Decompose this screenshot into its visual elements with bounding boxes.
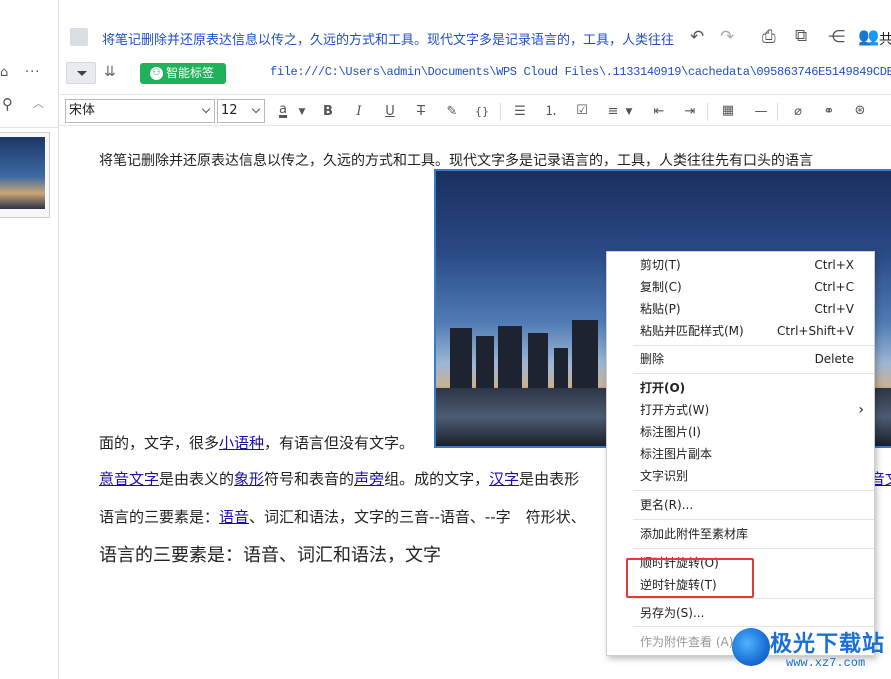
menu-item-open-with[interactable]: 打开方式(W) › bbox=[607, 399, 874, 421]
attachment-icon[interactable]: ⌀ bbox=[789, 104, 807, 120]
link-phonetics[interactable]: 语音 bbox=[219, 508, 249, 526]
tag-icon: ⚇ bbox=[150, 67, 163, 80]
toolbar-divider bbox=[500, 103, 501, 121]
paragraph-1: 将笔记删除并还原表达信息以传之，久远的方式和工具。现代文字多是记录语言的，工具，… bbox=[99, 153, 813, 169]
smart-tag-button[interactable]: ⚇ 智能标签 bbox=[140, 63, 226, 84]
link-ideographic[interactable]: 意音文字 bbox=[99, 470, 159, 488]
menu-item-open[interactable]: 打开(O) bbox=[607, 377, 874, 399]
menu-item-annotate-image[interactable]: 标注图片(I) bbox=[607, 421, 874, 443]
paragraph-5: 语言的三要素是：语音、词汇和语法，文字 bbox=[99, 545, 441, 566]
watermark-text: 极光下载站 bbox=[770, 632, 886, 657]
link-hanzi[interactable]: 汉字 bbox=[489, 470, 519, 488]
menu-separator bbox=[633, 548, 874, 549]
highlight-box bbox=[626, 558, 754, 598]
note-icon bbox=[70, 28, 88, 46]
left-panel-divider bbox=[0, 127, 59, 128]
chevron-down-icon[interactable]: ▼ bbox=[620, 104, 638, 120]
highlighter-icon[interactable]: ✎ bbox=[443, 104, 461, 120]
menu-item-copy[interactable]: 复制(C) Ctrl+C bbox=[607, 276, 874, 298]
menu-item-add-to-library[interactable]: 添加此附件至素材库 bbox=[607, 523, 874, 545]
thumbnail-image bbox=[0, 137, 45, 209]
file-path[interactable]: file:///C:\Users\admin\Documents\WPS Clo… bbox=[270, 65, 891, 79]
code-button[interactable]: {} bbox=[473, 104, 491, 120]
link-phonetic[interactable]: 声旁 bbox=[354, 470, 384, 488]
watermark: 极光下载站 www.xz7.com bbox=[730, 622, 890, 676]
more-icon[interactable]: ··· bbox=[25, 66, 40, 80]
building-shape bbox=[572, 320, 598, 388]
watermark-url: www.xz7.com bbox=[786, 656, 866, 670]
expand-icon[interactable]: ⇊ bbox=[104, 64, 116, 80]
building-shape bbox=[528, 333, 548, 388]
menu-item-paste-match-style[interactable]: 粘贴并匹配样式(M) Ctrl+Shift+V bbox=[607, 320, 874, 342]
bullet-list-icon[interactable]: ☰ bbox=[511, 104, 529, 120]
share-icon[interactable]: ⋲ bbox=[828, 28, 845, 46]
menu-item-save-as[interactable]: 另存为(S)... bbox=[607, 602, 874, 624]
menu-item-delete[interactable]: 删除 Delete bbox=[607, 348, 874, 370]
horizontal-rule-icon[interactable]: — bbox=[752, 104, 770, 120]
building-shape bbox=[554, 348, 568, 388]
menu-separator bbox=[633, 490, 874, 491]
link-icon[interactable]: ⚭ bbox=[820, 104, 838, 120]
link-minority-language[interactable]: 小语种 bbox=[219, 434, 264, 452]
menu-separator bbox=[633, 345, 874, 346]
note-thumbnail[interactable] bbox=[0, 132, 50, 218]
menu-separator bbox=[633, 598, 874, 599]
underline-button[interactable]: U bbox=[381, 104, 399, 120]
lock-icon[interactable]: ⌂ bbox=[0, 66, 8, 80]
menu-item-annotate-copy[interactable]: 标注图片副本 bbox=[607, 443, 874, 465]
paragraph-3: 意音文字是由表义的象形符号和表音的声旁组。成的文字，汉字是由表形 bbox=[99, 470, 580, 488]
present-icon[interactable]: ⧉ bbox=[795, 27, 807, 45]
font-family-value: 宋体 bbox=[69, 103, 96, 118]
numbered-list-icon[interactable]: ⒈ bbox=[542, 104, 560, 120]
share-label[interactable]: 共 bbox=[879, 29, 891, 49]
paragraph-4: 语言的三要素是：语音、词汇和语法，文字的三音--语音、--字 符形状、 bbox=[99, 508, 586, 526]
toolbar-divider bbox=[707, 103, 708, 121]
building-shape bbox=[476, 336, 494, 388]
strikethrough-button[interactable]: T bbox=[412, 104, 430, 120]
font-size-select[interactable]: 12 bbox=[217, 99, 265, 123]
menu-separator bbox=[633, 373, 874, 374]
paragraph-2: 面的，文字，很多小语种，有语言但没有文字。 bbox=[99, 434, 415, 452]
menu-separator bbox=[633, 519, 874, 520]
undo-icon[interactable]: ↶ bbox=[690, 28, 704, 46]
menu-item-paste[interactable]: 粘贴(P) Ctrl+V bbox=[607, 298, 874, 320]
building-shape bbox=[450, 328, 472, 388]
link-pictograph[interactable]: 象形 bbox=[234, 470, 264, 488]
smart-tag-label: 智能标签 bbox=[166, 66, 215, 80]
outdent-icon[interactable]: ⇤ bbox=[650, 104, 668, 120]
italic-button[interactable]: I bbox=[350, 104, 368, 120]
menu-item-ocr[interactable]: 文字识别 bbox=[607, 465, 874, 487]
note-title[interactable]: 将笔记删除并还原表达信息以传之，久远的方式和工具。现代文字多是记录语言的，工具，… bbox=[102, 29, 674, 48]
wps-note-window: { "header": { "title": "将笔记删除并还原表达信息以传之，… bbox=[0, 0, 891, 679]
building-shape bbox=[498, 326, 522, 388]
checklist-icon[interactable]: ☑ bbox=[573, 103, 591, 119]
menu-item-cut[interactable]: 剪切(T) Ctrl+X bbox=[607, 254, 874, 276]
font-size-value: 12 bbox=[221, 103, 238, 118]
chevron-right-icon: › bbox=[858, 402, 864, 418]
chevron-up-icon[interactable]: ︿ bbox=[33, 97, 44, 111]
font-color-button[interactable]: a bbox=[274, 102, 292, 118]
view-dropdown[interactable] bbox=[66, 62, 96, 84]
watermark-logo-icon bbox=[732, 628, 770, 666]
emoji-icon[interactable]: ⊛ bbox=[851, 103, 869, 119]
table-icon[interactable]: ▦ bbox=[719, 103, 737, 119]
print-icon[interactable]: ⎙ bbox=[762, 28, 776, 46]
menu-item-rename[interactable]: 更名(R)... bbox=[607, 494, 874, 516]
toolbar-divider bbox=[777, 103, 778, 121]
search-icon[interactable]: ⚲ bbox=[2, 97, 13, 112]
indent-icon[interactable]: ⇥ bbox=[681, 104, 699, 120]
redo-icon[interactable]: ↷ bbox=[720, 28, 734, 46]
chevron-down-icon[interactable]: ▼ bbox=[293, 104, 311, 120]
font-family-select[interactable]: 宋体 bbox=[65, 99, 215, 123]
collaborators-icon[interactable]: 👥 bbox=[858, 28, 879, 46]
bold-button[interactable]: B bbox=[319, 104, 337, 120]
